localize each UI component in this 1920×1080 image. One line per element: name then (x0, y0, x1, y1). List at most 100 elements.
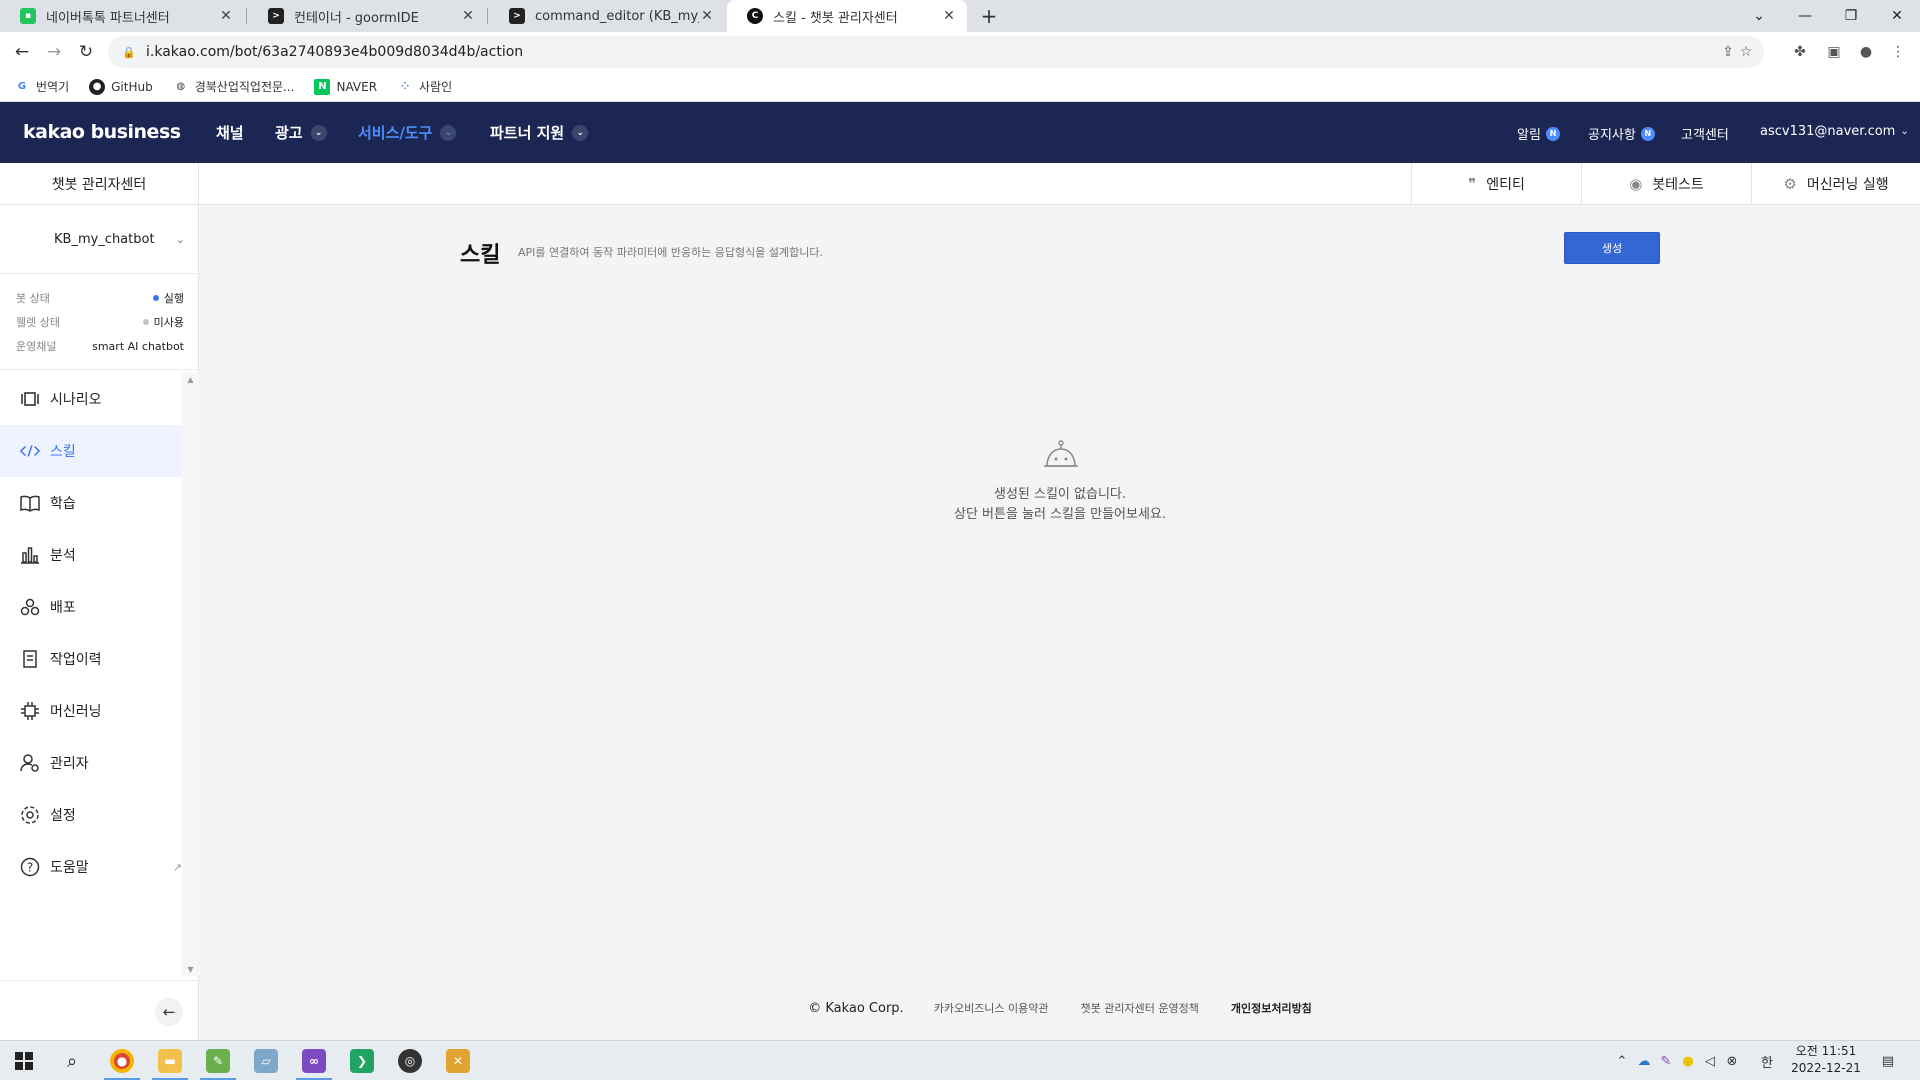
bookmark-item[interactable]: G 번역기 (14, 78, 69, 95)
nav-channel[interactable]: 채널 (216, 122, 244, 143)
sidebar-item-help[interactable]: ? 도움말 ↗ (0, 841, 182, 893)
taskbar-file-explorer[interactable]: ▬ (146, 1041, 194, 1080)
extensions-icon[interactable]: ✤ (1788, 40, 1812, 64)
create-skill-button[interactable]: 생성 (1564, 232, 1660, 264)
new-tab-button[interactable]: + (975, 0, 1003, 32)
pen-icon[interactable]: ✎ (1656, 1041, 1676, 1080)
machine-learning-run-button[interactable]: ⚙ 머신러닝 실행 (1751, 163, 1920, 205)
taskbar-app[interactable]: ✕ (434, 1041, 482, 1080)
sidebar-item-learning[interactable]: 학습 (0, 477, 182, 529)
kakaotalk-icon[interactable]: ● (1678, 1041, 1698, 1080)
close-icon[interactable]: ✕ (460, 8, 476, 24)
taskbar-clock[interactable]: 오전 11:51 2022-12-21 (1786, 1043, 1866, 1077)
terms-link[interactable]: 카카오비즈니스 이용약관 (934, 1000, 1049, 1016)
start-button[interactable] (0, 1041, 48, 1080)
status-dot (142, 319, 149, 325)
bot-test-button[interactable]: ◉ 봇테스트 (1581, 163, 1751, 205)
scroll-down-arrow-icon[interactable]: ▼ (182, 965, 199, 974)
taskbar-visual-studio[interactable]: ∞ (290, 1041, 338, 1080)
sidebar-item-history[interactable]: 작업이력 (0, 633, 182, 685)
entity-label: 엔티티 (1486, 177, 1525, 193)
tab-title: 컨테이너 - goormIDE (294, 10, 419, 26)
tray-overflow-icon[interactable]: ⌃ (1612, 1041, 1632, 1080)
reload-button[interactable]: ↻ (72, 38, 100, 66)
notification-icon[interactable]: ▤ (1876, 1041, 1900, 1080)
ime-indicator[interactable]: 한 (1756, 1041, 1778, 1080)
status-text: 실행 (163, 292, 184, 305)
bookmark-item[interactable]: ⁘ 사람인 (397, 78, 452, 95)
profile-avatar-icon[interactable]: ● (1854, 40, 1878, 64)
sidebar-item-label: 도움말 (50, 860, 89, 876)
taskbar-chrome[interactable]: ● (98, 1041, 146, 1080)
bookmark-item[interactable]: ● GitHub (89, 78, 153, 95)
privacy-link[interactable]: 개인정보처리방침 (1231, 1000, 1312, 1016)
sidebar-item-scenario[interactable]: 시나리오 (0, 373, 182, 425)
notepad-icon: ✎ (206, 1049, 230, 1073)
browser-tab[interactable]: > 컨테이너 - goormIDE ✕ (248, 0, 486, 32)
bookmark-label: GitHub (111, 79, 153, 94)
browser-tab-active[interactable]: C 스킬 - 챗봇 관리자센터 ✕ (727, 0, 967, 32)
taskbar-notepad[interactable]: ✎ (194, 1041, 242, 1080)
help-icon: ? (20, 857, 40, 877)
address-bar[interactable]: 🔒 i.kakao.com/bot/63a2740893e4b009d8034d… (108, 36, 1764, 68)
collapse-sidebar-button[interactable]: ← (155, 998, 183, 1026)
close-window-button[interactable]: ✕ (1874, 0, 1920, 32)
sidebar: KB_my_chatbot ⌄ 봇 상태 실행 웰렛 상태 미사용 운영채널 s… (0, 205, 199, 1040)
clock-time: 오전 11:51 (1795, 1044, 1857, 1058)
share-icon[interactable]: ⇪ (1718, 42, 1738, 62)
kakao-business-logo[interactable]: kakao business (23, 121, 181, 143)
bookmark-item[interactable]: N NAVER (314, 78, 377, 95)
close-icon[interactable]: ✕ (699, 8, 715, 24)
policy-link[interactable]: 챗봇 관리자센터 운영정책 (1081, 1000, 1199, 1016)
tab-title: command_editor (KB_my_chatbo (535, 8, 699, 24)
taskbar-vscode[interactable]: ❯ (338, 1041, 386, 1080)
tab-separator (487, 8, 488, 24)
bookmark-star-icon[interactable]: ☆ (1736, 42, 1756, 62)
alarm-link[interactable]: 알림 N (1517, 124, 1560, 143)
sidebar-item-analysis[interactable]: 분석 (0, 529, 182, 581)
entity-button[interactable]: ❞ 엔티티 (1411, 163, 1581, 205)
google-icon: G (17, 81, 27, 92)
sidebar-item-machine-learning[interactable]: 머신러닝 (0, 685, 182, 737)
nav-service-tools[interactable]: 서비스/도구 ⌄ (358, 122, 457, 143)
center-title[interactable]: 챗봇 관리자센터 (0, 163, 199, 205)
support-link[interactable]: 고객센터 (1681, 124, 1729, 143)
nav-partner-support[interactable]: 파트너 지원 ⌄ (490, 122, 589, 143)
bookmark-item[interactable]: ◍ 경북산업직업전문... (173, 78, 294, 95)
onedrive-icon[interactable]: ☁ (1634, 1041, 1654, 1080)
menu-kebab-icon[interactable]: ⋮ (1886, 40, 1910, 64)
browser-tab-strip: ▪ 네이버톡톡 파트너센터 ✕ > 컨테이너 - goormIDE ✕ > co… (0, 0, 1920, 32)
channel-value[interactable]: smart AI chatbot (92, 340, 184, 353)
forward-button[interactable]: → (40, 38, 68, 66)
account-menu[interactable]: ascv131@naver.com ⌄ (1760, 124, 1909, 139)
notice-link[interactable]: 공지사항 N (1588, 124, 1655, 143)
taskbar-app[interactable]: ◎ (386, 1041, 434, 1080)
browser-tab[interactable]: > command_editor (KB_my_chatbo ✕ (489, 0, 725, 32)
sidebar-item-admin[interactable]: 관리자 (0, 737, 182, 789)
sidebar-item-skill[interactable]: 스킬 (0, 425, 182, 477)
sidebar-item-settings[interactable]: 설정 (0, 789, 182, 841)
tab-search-icon[interactable]: ⌄ (1736, 0, 1782, 32)
search-button[interactable]: ⌕ (48, 1041, 96, 1080)
restore-button[interactable]: ❐ (1828, 0, 1874, 32)
minimize-button[interactable]: — (1782, 0, 1828, 32)
scroll-up-arrow-icon[interactable]: ▲ (182, 375, 199, 384)
sidebar-item-deploy[interactable]: 배포 (0, 581, 182, 633)
close-icon[interactable]: ✕ (218, 8, 234, 24)
taskbar-app[interactable]: ▱ (242, 1041, 290, 1080)
back-button[interactable]: ← (8, 38, 36, 66)
nav-ads[interactable]: 광고 ⌄ (275, 122, 327, 143)
gear-icon: ⚙ (1783, 175, 1797, 193)
history-icon (20, 649, 40, 669)
divider (0, 273, 199, 274)
url-text: i.kakao.com/bot/63a2740893e4b009d8034d4b… (146, 44, 524, 60)
volume-icon[interactable]: ◁ (1700, 1041, 1720, 1080)
quote-icon: ❞ (1468, 175, 1477, 193)
close-icon[interactable]: ✕ (941, 8, 957, 24)
sidebar-scrollbar[interactable]: ▲ ▼ (182, 373, 199, 976)
bot-selector[interactable]: KB_my_chatbot ⌄ (0, 205, 199, 273)
network-icon[interactable]: ⊗ (1722, 1041, 1742, 1080)
new-badge: N (1640, 126, 1655, 141)
browser-tab[interactable]: ▪ 네이버톡톡 파트너센터 ✕ (0, 0, 244, 32)
side-panel-icon[interactable]: ▣ (1822, 40, 1846, 64)
